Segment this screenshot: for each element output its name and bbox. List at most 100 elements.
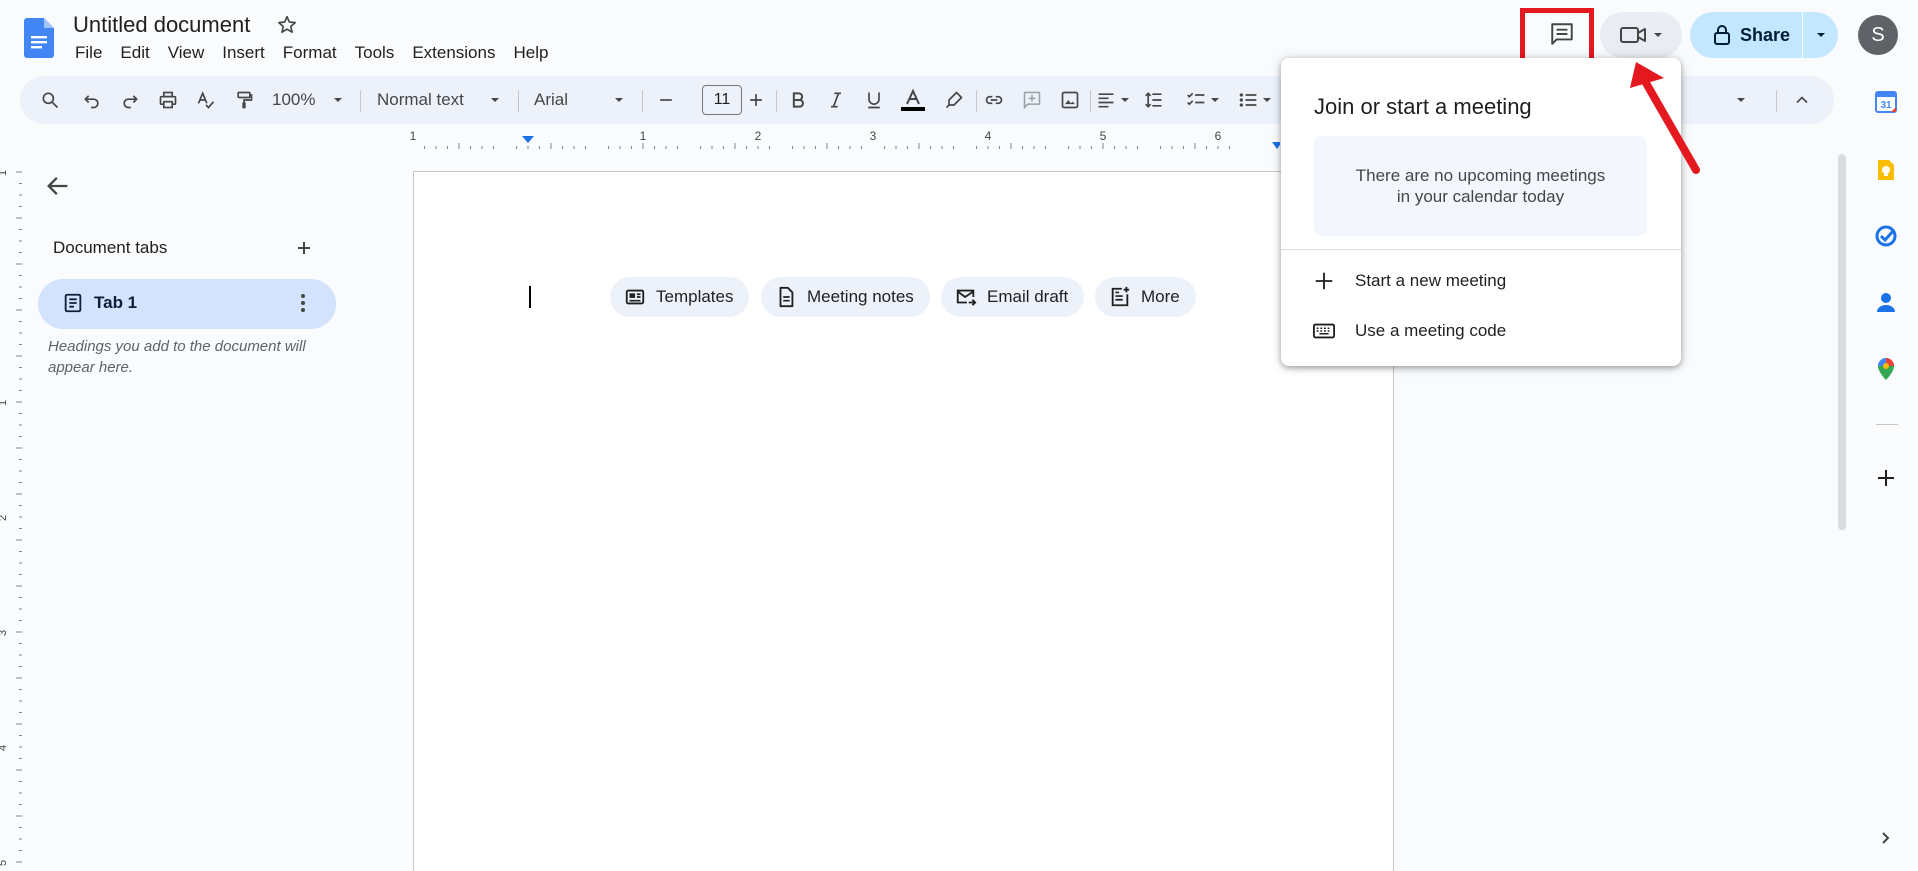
divider	[1776, 90, 1777, 112]
decrease-font-size-icon[interactable]	[656, 88, 676, 112]
paint-format-icon[interactable]	[234, 88, 254, 112]
chevron-down-icon	[1816, 33, 1825, 37]
menu-format[interactable]: Format	[274, 42, 346, 64]
chevron-down-icon	[615, 98, 624, 102]
menu-help[interactable]: Help	[504, 42, 557, 64]
popup-divider	[1281, 249, 1681, 250]
more-vert-icon[interactable]	[295, 290, 311, 316]
underline-icon[interactable]	[864, 88, 884, 112]
ruler-label: 3	[870, 129, 877, 143]
font-select[interactable]: Arial	[534, 88, 624, 112]
plus-icon	[1315, 272, 1333, 290]
ruler-label: 4	[0, 745, 9, 751]
star-icon[interactable]	[276, 14, 298, 36]
chevron-down-icon	[1654, 33, 1662, 37]
share-button[interactable]: Share	[1690, 12, 1838, 58]
italic-icon[interactable]	[826, 88, 846, 112]
start-new-meeting-label: Start a new meeting	[1355, 271, 1507, 290]
tab-outline-hint: Headings you add to the document will ap…	[48, 338, 306, 376]
menu-tools[interactable]: Tools	[346, 42, 404, 64]
ruler-label: 4	[985, 129, 992, 143]
menu-view[interactable]: View	[159, 42, 214, 64]
insert-image-icon[interactable]	[1060, 88, 1080, 112]
more-chip[interactable]: More	[1095, 277, 1196, 317]
menu-extensions[interactable]: Extensions	[403, 42, 504, 64]
start-new-meeting-item[interactable]: Start a new meeting	[1313, 270, 1506, 292]
templates-chip[interactable]: Templates	[610, 277, 750, 317]
line-spacing-icon[interactable]	[1144, 88, 1164, 112]
add-comment-icon[interactable]	[1022, 88, 1042, 112]
collapse-toolbar-icon[interactable]	[1792, 88, 1812, 112]
scrollbar[interactable]	[1838, 154, 1846, 530]
no-meetings-card: There are no upcoming meetings in your c…	[1314, 136, 1647, 236]
chevron-down-icon[interactable]	[1736, 88, 1746, 112]
divider	[1090, 90, 1091, 112]
share-dropdown[interactable]	[1803, 30, 1838, 40]
redo-icon[interactable]	[120, 88, 140, 112]
video-camera-icon	[1620, 27, 1646, 43]
spellcheck-icon[interactable]	[196, 88, 216, 112]
style-select[interactable]: Normal text	[377, 88, 500, 112]
no-meetings-line2: in your calendar today	[1396, 187, 1565, 206]
vertical-ruler: 1 1 2 3 4 5	[0, 170, 22, 866]
horizontal-ruler[interactable]: 1 1 2 3 4 5 6	[410, 128, 1280, 150]
chevron-down-icon	[1263, 98, 1271, 102]
get-add-ons-icon[interactable]	[1874, 466, 1898, 490]
calendar-icon[interactable]: 31	[1874, 90, 1898, 114]
divider	[776, 90, 777, 112]
use-meeting-code-label: Use a meeting code	[1355, 321, 1507, 340]
document-icon	[64, 293, 82, 313]
menu-file[interactable]: File	[66, 42, 111, 64]
chevron-down-icon	[1211, 98, 1219, 102]
maps-icon[interactable]	[1874, 357, 1898, 381]
meeting-notes-label: Meeting notes	[807, 287, 914, 306]
ruler-label: 2	[755, 129, 762, 143]
align-select[interactable]	[1096, 88, 1130, 112]
text-color-icon[interactable]	[900, 88, 926, 112]
email-draft-chip[interactable]: Email draft	[941, 277, 1085, 317]
align-left-icon	[1098, 93, 1114, 108]
chevron-down-icon	[334, 98, 343, 102]
ruler-label: 1	[410, 129, 417, 143]
use-meeting-code-item[interactable]: Use a meeting code	[1313, 320, 1506, 342]
email-draft-icon	[956, 289, 977, 306]
email-draft-label: Email draft	[987, 287, 1069, 306]
document-page[interactable]	[413, 171, 1394, 871]
insert-link-icon[interactable]	[984, 88, 1004, 112]
zoom-select[interactable]: 100%	[272, 88, 343, 112]
checklist-select[interactable]	[1186, 88, 1220, 112]
tasks-icon[interactable]	[1874, 224, 1898, 248]
add-tab-icon[interactable]	[292, 236, 316, 260]
docs-logo-icon[interactable]	[24, 18, 54, 58]
avatar[interactable]: S	[1858, 15, 1898, 55]
bulleted-list-icon	[1239, 93, 1257, 107]
menu-edit[interactable]: Edit	[111, 42, 158, 64]
print-icon[interactable]	[158, 88, 178, 112]
templates-icon	[625, 289, 645, 305]
bulleted-list-select[interactable]	[1238, 88, 1272, 112]
document-tabs-heading: Document tabs	[53, 238, 168, 257]
add-document-icon	[1111, 286, 1130, 307]
undo-icon[interactable]	[82, 88, 102, 112]
ruler-label: 3	[0, 630, 9, 636]
search-menus-icon[interactable]	[40, 88, 60, 112]
ruler-label: 1	[0, 400, 9, 406]
ruler-label: 1	[640, 129, 647, 143]
document-icon	[779, 286, 794, 308]
font-value: Arial	[534, 90, 569, 109]
font-size-input[interactable]: 11	[702, 85, 742, 115]
keep-icon[interactable]	[1874, 158, 1898, 182]
chevron-right-icon[interactable]	[1878, 830, 1894, 846]
chevron-down-icon	[490, 98, 499, 102]
highlight-color-icon[interactable]	[944, 88, 964, 112]
text-cursor	[529, 286, 531, 308]
document-title[interactable]: Untitled document	[73, 12, 250, 38]
style-value: Normal text	[377, 90, 464, 109]
contacts-icon[interactable]	[1874, 290, 1898, 314]
meeting-notes-chip[interactable]: Meeting notes	[761, 277, 930, 317]
bold-icon[interactable]	[788, 88, 808, 112]
menu-insert[interactable]: Insert	[213, 42, 274, 64]
back-arrow-icon[interactable]	[44, 172, 72, 200]
lock-icon	[1714, 25, 1730, 45]
increase-font-size-icon[interactable]	[746, 88, 766, 112]
